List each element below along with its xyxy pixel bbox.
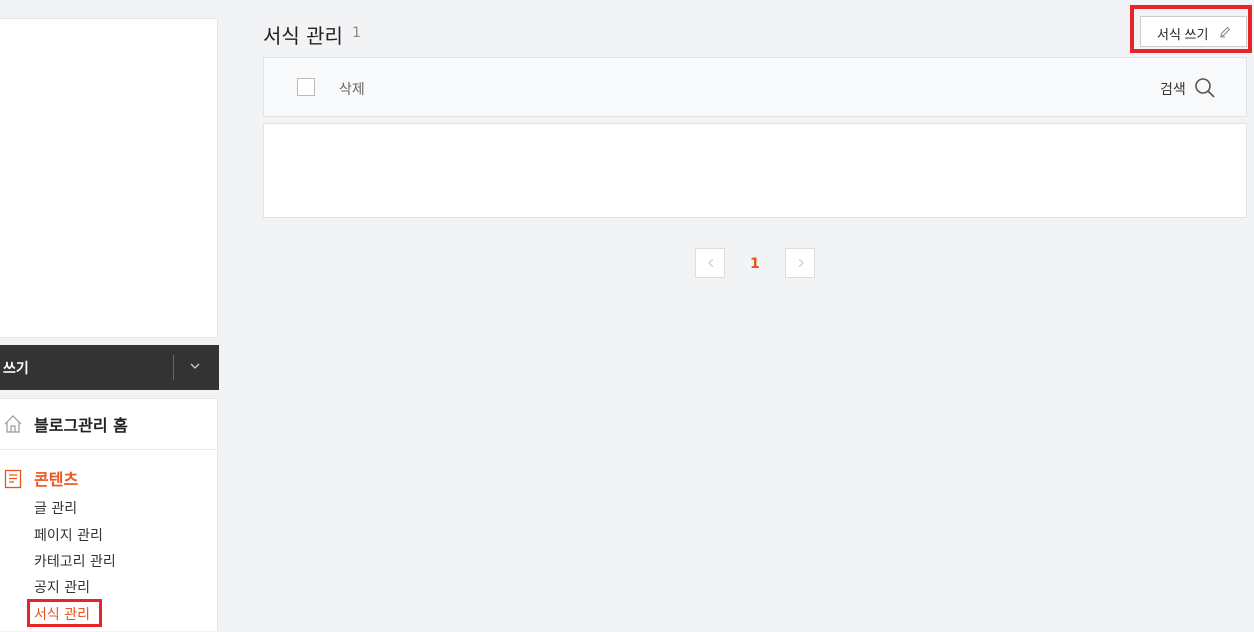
nav-home-label: 블로그관리 홈 [34,416,128,435]
write-template-label: 서식 쓰기 [1157,27,1209,42]
nav-item-post-manage[interactable]: 글 관리 [34,498,77,518]
nav-contents-label: 콘텐츠 [34,470,79,489]
home-icon [4,415,22,433]
sidebar-profile-panel [0,18,218,338]
page-number[interactable]: 1 [750,256,760,272]
chevron-left-icon [708,258,714,268]
page-title: 서식 관리 [263,24,343,48]
select-all-checkbox[interactable] [297,78,315,96]
write-post-bar[interactable]: 쓰기 [0,345,219,390]
prev-page-button[interactable] [695,248,725,278]
nav-item-page-manage[interactable]: 페이지 관리 [34,525,103,545]
write-template-button[interactable]: 서식 쓰기 [1140,16,1247,47]
write-bar-divider [173,355,174,380]
list-toolbar: 삭제 검색 [263,57,1247,117]
nav-item-category-manage[interactable]: 카테고리 관리 [34,551,116,571]
template-list [263,123,1247,218]
admin-nav: 블로그관리 홈 콘텐츠 글 관리 페이지 관리 카테고리 관리 공지 관리 서식… [0,398,218,631]
write-label[interactable]: 쓰기 [3,358,29,378]
item-count: 1 [352,25,361,41]
nav-item-template-manage[interactable]: 서식 관리 [34,604,90,624]
chevron-down-icon[interactable] [188,359,202,373]
next-page-button[interactable] [785,248,815,278]
nav-item-blog-home[interactable]: 블로그관리 홈 [0,399,217,450]
document-icon [4,469,22,489]
delete-button[interactable]: 삭제 [339,79,365,99]
nav-item-notice-manage[interactable]: 공지 관리 [34,577,90,597]
chevron-right-icon [798,258,804,268]
pen-icon [1220,26,1231,38]
search-button[interactable]: 검색 [1160,79,1186,99]
search-icon[interactable] [1194,77,1216,99]
